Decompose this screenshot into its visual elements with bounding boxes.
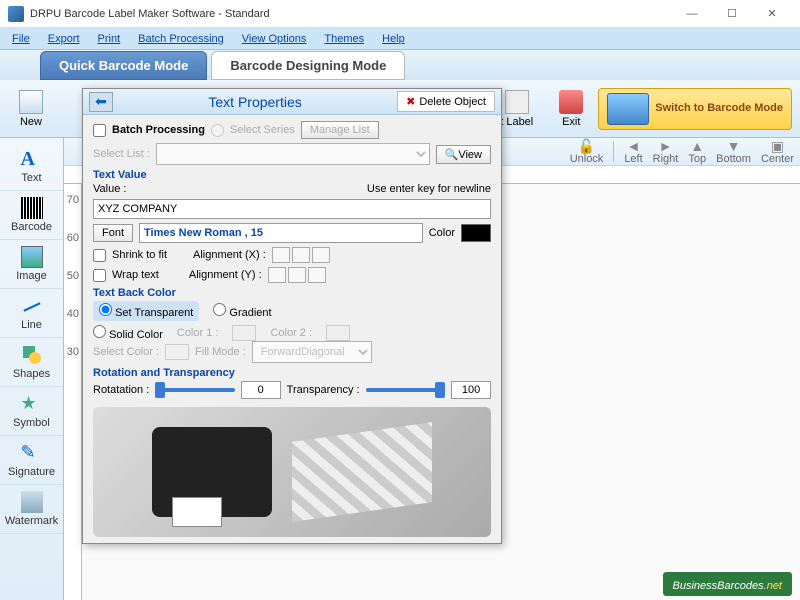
line-icon	[21, 295, 43, 317]
popup-titlebar: ⬅ Text Properties ✖Delete Object	[83, 89, 501, 115]
tool-shapes[interactable]: Shapes	[0, 338, 63, 387]
unlock-icon: 🔓	[578, 139, 595, 153]
delete-object-button[interactable]: ✖Delete Object	[397, 91, 495, 112]
batch-label: Batch Processing	[112, 124, 205, 136]
minimize-button[interactable]: —	[672, 2, 712, 26]
app-icon	[8, 6, 24, 22]
tool-palette: AText Barcode Image Line Shapes ★Symbol …	[0, 138, 64, 600]
mode-tabs: Quick Barcode Mode Barcode Designing Mod…	[0, 50, 800, 80]
transparency-value[interactable]	[451, 381, 491, 399]
transparency-slider[interactable]	[366, 388, 445, 392]
exit-icon	[559, 90, 583, 114]
text-value-input[interactable]	[93, 199, 491, 219]
menu-help[interactable]: Help	[374, 31, 413, 47]
text-value-section: Text Value	[93, 169, 491, 181]
gradient-radio[interactable]: Gradient	[213, 303, 271, 319]
exit-label: Exit	[562, 116, 580, 128]
font-display: Times New Roman , 15	[139, 223, 423, 243]
menu-batch[interactable]: Batch Processing	[130, 31, 232, 47]
rotation-value[interactable]	[241, 381, 281, 399]
exit-button[interactable]: Exit	[548, 85, 594, 133]
popup-body: Batch Processing Select Series Manage Li…	[83, 115, 501, 543]
text-icon: A	[21, 148, 43, 170]
select-color-swatch	[165, 344, 189, 360]
menubar: File Export Print Batch Processing View …	[0, 28, 800, 50]
switch-icon	[607, 93, 649, 125]
delete-icon: ✖	[406, 95, 415, 108]
shapes-icon	[21, 344, 43, 366]
select-series-radio	[211, 124, 224, 137]
symbol-icon: ★	[21, 393, 43, 415]
menu-themes[interactable]: Themes	[316, 31, 372, 47]
label-icon	[505, 90, 529, 114]
down-arrow-icon: ▼	[727, 139, 741, 153]
menu-file[interactable]: File	[4, 31, 38, 47]
text-properties-popup: ⬅ Text Properties ✖Delete Object Batch P…	[82, 88, 502, 544]
fill-mode-dropdown: ForwardDiagonal	[252, 341, 372, 363]
color2-swatch	[326, 325, 350, 341]
text-color-swatch[interactable]	[461, 224, 491, 242]
tool-image[interactable]: Image	[0, 240, 63, 289]
new-button[interactable]: New	[8, 85, 54, 133]
switch-mode-button[interactable]: Switch to Barcode Mode	[598, 88, 792, 130]
align-x-buttons[interactable]	[272, 247, 330, 263]
tool-symbol[interactable]: ★Symbol	[0, 387, 63, 436]
ruler-vertical: 70 60 50 40 30	[64, 184, 82, 600]
center-icon: ▣	[771, 139, 784, 153]
document-icon	[19, 90, 43, 114]
barcode-icon	[21, 197, 43, 219]
left-arrow-icon: ◄	[627, 139, 641, 153]
align-y-buttons[interactable]	[268, 267, 326, 283]
image-icon	[21, 246, 43, 268]
close-button[interactable]: ✕	[752, 2, 792, 26]
window-title: DRPU Barcode Label Maker Software - Stan…	[30, 8, 672, 20]
printer-image	[93, 407, 491, 537]
tool-text[interactable]: AText	[0, 142, 63, 191]
align-center-button[interactable]: ▣Center	[761, 139, 794, 165]
tool-line[interactable]: Line	[0, 289, 63, 338]
batch-processing-checkbox[interactable]	[93, 124, 106, 137]
solid-color-radio[interactable]: Solid Color	[93, 325, 163, 341]
back-color-section: Text Back Color	[93, 287, 491, 299]
manage-list-button: Manage List	[301, 121, 379, 139]
switch-label: Switch to Barcode Mode	[655, 102, 783, 115]
align-left-button[interactable]: ◄Left	[624, 139, 642, 165]
signature-icon: ✎	[21, 442, 43, 464]
set-transparent-radio[interactable]: Set Transparent	[93, 301, 199, 321]
align-top-button[interactable]: ▲Top	[688, 139, 706, 165]
align-bottom-button[interactable]: ▼Bottom	[716, 139, 751, 165]
tab-quick-mode[interactable]: Quick Barcode Mode	[40, 51, 207, 80]
menu-view[interactable]: View Options	[234, 31, 315, 47]
select-list-dropdown	[156, 143, 430, 165]
popup-title: Text Properties	[121, 94, 389, 110]
rotation-slider[interactable]	[155, 388, 234, 392]
menu-print[interactable]: Print	[90, 31, 129, 47]
align-right-button[interactable]: ►Right	[653, 139, 679, 165]
new-label: New	[20, 116, 42, 128]
view-button[interactable]: 🔍View	[436, 145, 491, 164]
tab-design-mode[interactable]: Barcode Designing Mode	[211, 51, 405, 80]
right-arrow-icon: ►	[659, 139, 673, 153]
font-button[interactable]: Font	[93, 224, 133, 242]
unlock-button[interactable]: 🔓Unlock	[570, 139, 604, 165]
wrap-checkbox[interactable]	[93, 269, 106, 282]
tool-barcode[interactable]: Barcode	[0, 191, 63, 240]
back-button[interactable]: ⬅	[89, 92, 113, 112]
maximize-button[interactable]: ☐	[712, 2, 752, 26]
color1-swatch	[232, 325, 256, 341]
watermark-icon	[21, 491, 43, 513]
titlebar: DRPU Barcode Label Maker Software - Stan…	[0, 0, 800, 28]
tool-watermark[interactable]: Watermark	[0, 485, 63, 534]
up-arrow-icon: ▲	[690, 139, 704, 153]
menu-export[interactable]: Export	[40, 31, 88, 47]
rotation-section: Rotation and Transparency	[93, 367, 491, 379]
shrink-checkbox[interactable]	[93, 249, 106, 262]
brand-footer: BusinessBarcodes.net	[663, 572, 792, 596]
label-label: t Label	[500, 116, 533, 128]
tool-signature[interactable]: ✎Signature	[0, 436, 63, 485]
